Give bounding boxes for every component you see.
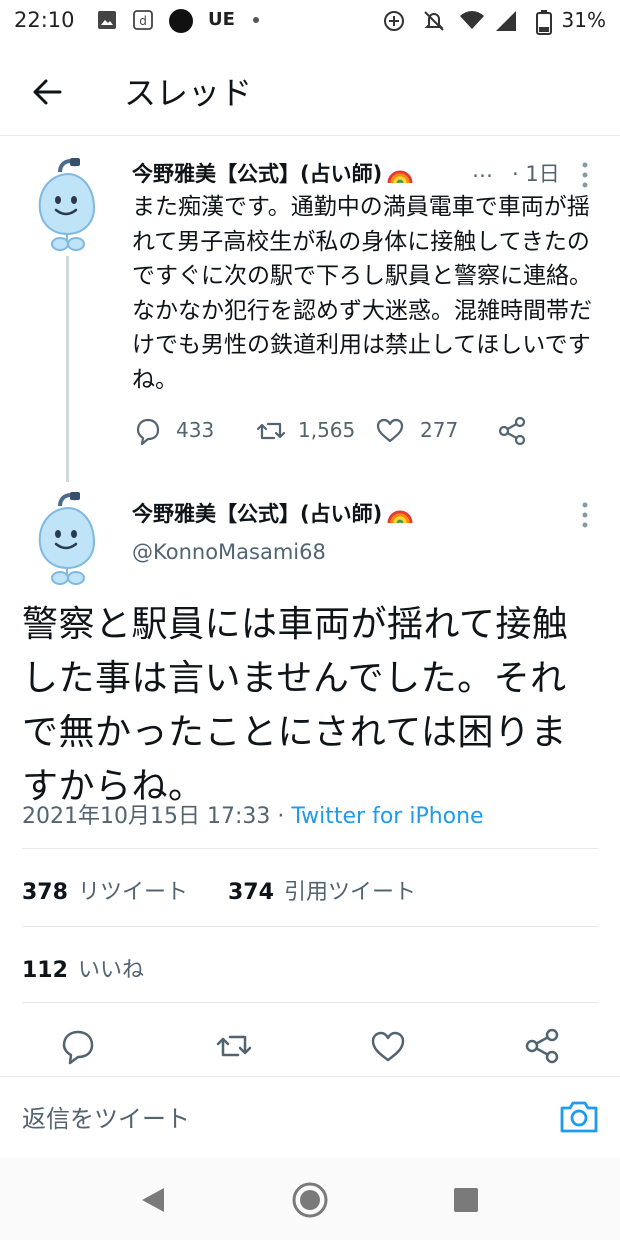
tweet1-retweet-count: 1,565 bbox=[298, 418, 356, 442]
tweet1-action-bar: 433 1,565 277 bbox=[132, 414, 552, 448]
carrier-text: UE bbox=[208, 9, 235, 30]
nav-recents-icon[interactable] bbox=[446, 1180, 486, 1220]
small-dot-icon bbox=[253, 17, 259, 23]
retweet-icon[interactable] bbox=[214, 1026, 254, 1066]
tweet2-author-handle[interactable]: @KonnoMasami68 bbox=[132, 540, 326, 564]
share-icon[interactable] bbox=[522, 1026, 562, 1066]
tweet1-reply-count: 433 bbox=[176, 418, 215, 442]
reply-icon[interactable] bbox=[58, 1026, 98, 1066]
signal-icon bbox=[496, 11, 516, 31]
like-icon[interactable] bbox=[374, 414, 406, 448]
reply-input[interactable]: 返信をツイート bbox=[22, 1099, 190, 1134]
avatar[interactable] bbox=[30, 152, 104, 256]
share-icon[interactable] bbox=[496, 414, 528, 448]
tweet2-retweets-stat[interactable]: 378 リツイート bbox=[22, 874, 188, 906]
tweet2-source-link[interactable]: Twitter for iPhone bbox=[291, 804, 483, 829]
back-arrow-icon[interactable] bbox=[28, 72, 68, 112]
reply-composer: 返信をツイート bbox=[0, 1076, 620, 1158]
divider bbox=[22, 926, 598, 927]
tweet2-quotes-stat[interactable]: 374 引用ツイート bbox=[228, 874, 416, 906]
tweet2-likes-stat[interactable]: 112 いいね bbox=[22, 952, 144, 984]
retweet-icon[interactable] bbox=[254, 414, 288, 448]
rainbow-emoji-icon bbox=[387, 170, 413, 184]
likes-count: 112 bbox=[22, 958, 68, 983]
black-dot-icon bbox=[169, 9, 193, 33]
camera-icon[interactable] bbox=[558, 1095, 600, 1137]
status-bar: 22:10 d UE 31% bbox=[0, 0, 620, 44]
tweet1-author-name-text: 今野雅美【公式】(占い師) bbox=[132, 162, 383, 186]
battery-icon bbox=[536, 10, 552, 35]
system-nav-bar bbox=[0, 1158, 620, 1240]
tweet1-timestamp[interactable]: · 1日 bbox=[512, 158, 560, 188]
retweets-label: リツイート bbox=[77, 880, 188, 905]
reply-icon[interactable] bbox=[132, 414, 164, 448]
tweet2-author-name[interactable]: 今野雅美【公式】(占い師) bbox=[132, 498, 414, 528]
tweet1-author-name[interactable]: 今野雅美【公式】(占い師) bbox=[132, 158, 414, 188]
tweet2-action-bar bbox=[0, 1018, 620, 1074]
quotes-label: 引用ツイート bbox=[283, 880, 416, 905]
image-icon bbox=[98, 11, 116, 29]
battery-percent: 31% bbox=[561, 8, 606, 32]
quotes-count: 374 bbox=[228, 880, 274, 905]
page-title: スレッド bbox=[124, 74, 253, 112]
divider bbox=[22, 848, 598, 849]
mute-icon bbox=[424, 11, 444, 31]
nav-back-icon[interactable] bbox=[134, 1180, 174, 1220]
like-icon[interactable] bbox=[368, 1026, 408, 1066]
tweet2-author-name-text: 今野雅美【公式】(占い師) bbox=[132, 502, 383, 526]
rainbow-emoji-icon bbox=[387, 510, 413, 524]
tweet2-metadata: 2021年10月15日 17:33 · Twitter for iPhone bbox=[22, 798, 484, 830]
nav-home-icon[interactable] bbox=[290, 1180, 330, 1220]
status-time: 22:10 bbox=[14, 8, 75, 32]
tweet2-more-options-icon[interactable] bbox=[580, 500, 590, 530]
avatar[interactable] bbox=[30, 486, 104, 590]
tweet1-truncation: … bbox=[472, 158, 493, 182]
divider bbox=[22, 1002, 598, 1003]
tweet1-more-options-icon[interactable] bbox=[580, 160, 590, 190]
likes-label: いいね bbox=[77, 958, 144, 983]
app-header: スレッド bbox=[0, 44, 620, 136]
tweet1-like-count: 277 bbox=[420, 418, 459, 442]
wifi-icon bbox=[460, 11, 484, 29]
thread-connector-line bbox=[66, 256, 69, 482]
retweets-count: 378 bbox=[22, 880, 68, 905]
data-saver-icon bbox=[384, 11, 404, 31]
docomo-d-icon: d bbox=[133, 10, 153, 30]
tweet2-date[interactable]: 2021年10月15日 17:33 · bbox=[22, 804, 291, 829]
tweet2-text: 警察と駅員には車両が揺れて接触した事は言いませんでした。それで無かったことにされ… bbox=[22, 604, 569, 807]
tweet1-text: また痴漢です。通勤中の満員電車で車両が揺れて男子高校生が私の身体に接触してきたの… bbox=[132, 194, 592, 393]
svg-text:d: d bbox=[139, 14, 147, 28]
